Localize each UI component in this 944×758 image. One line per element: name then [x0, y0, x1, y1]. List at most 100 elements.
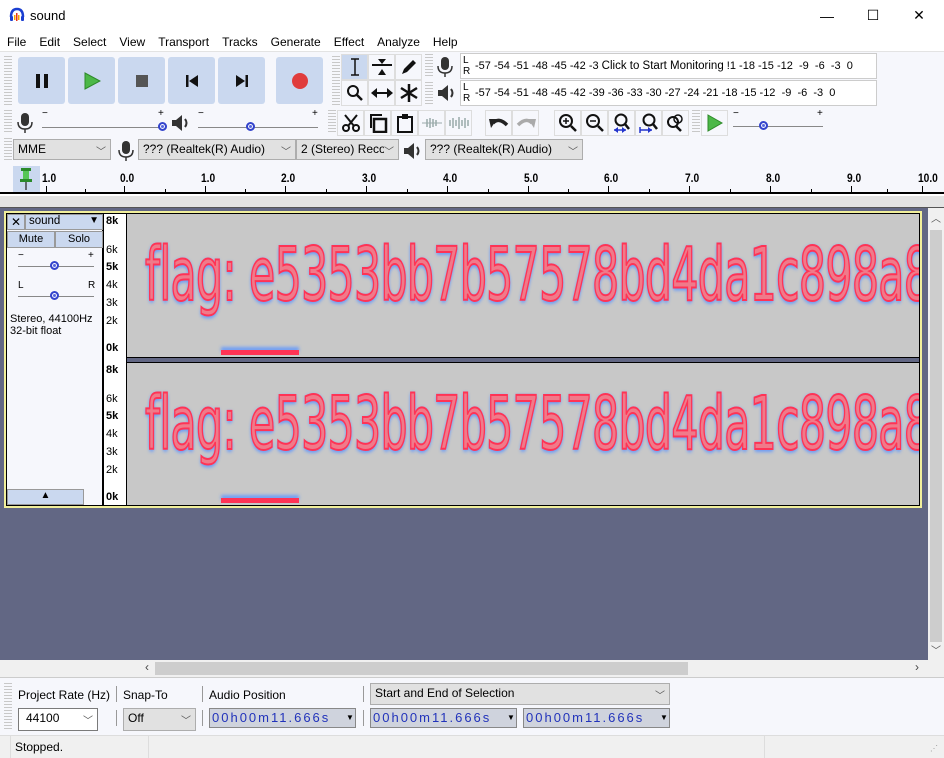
- toolbar-grip[interactable]: [425, 54, 433, 78]
- stop-button[interactable]: [118, 57, 165, 104]
- cut-button[interactable]: [337, 110, 364, 136]
- audio-track[interactable]: ✕ sound ▼ Mute Solo − + L R Stereo, 4410…: [4, 211, 922, 508]
- multi-tool-button[interactable]: [395, 80, 422, 106]
- record-button[interactable]: [276, 57, 323, 104]
- zoom-out-button[interactable]: [581, 110, 608, 136]
- vertical-scrollbar[interactable]: ︿ ﹀: [928, 208, 944, 660]
- toolbar-grip[interactable]: [4, 138, 12, 162]
- selection-mode-select[interactable]: Start and End of Selection ﹀: [370, 683, 670, 705]
- fit-selection-button[interactable]: [608, 110, 635, 136]
- menu-tracks[interactable]: Tracks: [215, 31, 264, 51]
- track-close-button[interactable]: ✕: [7, 214, 25, 230]
- ruler-scrub-area[interactable]: [0, 196, 944, 208]
- draw-tool-button[interactable]: [395, 54, 422, 80]
- menu-edit[interactable]: Edit: [32, 31, 66, 51]
- skip-end-icon: [235, 74, 248, 87]
- collapse-track-button[interactable]: ▲: [7, 489, 84, 505]
- monitor-hint[interactable]: Click to Start Monitoring: [601, 60, 724, 72]
- fit-project-button[interactable]: [635, 110, 662, 136]
- track-name-menu[interactable]: sound ▼: [25, 214, 103, 230]
- scroll-right-button[interactable]: ›: [910, 660, 924, 677]
- selection-start-time[interactable]: 00h00m11.666s ▼: [370, 708, 517, 728]
- envelope-tool-button[interactable]: [368, 54, 395, 80]
- scroll-up-button[interactable]: ︿: [928, 210, 944, 226]
- recording-volume-slider[interactable]: − +: [42, 108, 167, 134]
- frequency-scale-left[interactable]: 8k 6k 5k 4k 3k 2k 0k: [104, 214, 126, 357]
- gain-slider[interactable]: − +: [18, 250, 94, 274]
- recording-device-select[interactable]: ??? (Realtek(R) Audio) ﹀: [138, 139, 296, 160]
- timeline-ruler[interactable]: 1.0 0.0 1.0 2.0 3.0 4.0 5.0 6.0 7.0 8.0 9.0 10.0: [0, 164, 944, 194]
- play-speed-slider[interactable]: − +: [733, 108, 825, 134]
- menu-analyze[interactable]: Analyze: [370, 31, 426, 51]
- playback-volume-slider[interactable]: − +: [198, 108, 320, 134]
- record-meter[interactable]: L R -57 -54 -51 -48 -45 -42 -3 Click to …: [460, 53, 877, 79]
- skip-to-end-button[interactable]: [218, 57, 265, 104]
- toolbar-grip[interactable]: [4, 56, 12, 106]
- slider-thumb[interactable]: [246, 122, 255, 131]
- play-at-speed-button[interactable]: [701, 110, 728, 136]
- frequency-scale-right[interactable]: 8k 6k 5k 4k 3k 2k 0k: [104, 357, 126, 505]
- zoom-toggle-button[interactable]: [662, 110, 689, 136]
- pin-playhead-button[interactable]: [13, 166, 40, 192]
- horizontal-scrollbar[interactable]: ‹ ›: [0, 660, 944, 677]
- spectrogram-left-channel[interactable]: flag: e5353bb7b57578bd4da1c898a8e2d767: [127, 214, 919, 357]
- pan-slider[interactable]: L R: [18, 280, 95, 302]
- menu-file[interactable]: File: [0, 31, 32, 51]
- record-meter-button[interactable]: [436, 56, 454, 81]
- vertical-scroll-thumb[interactable]: [930, 230, 942, 642]
- pause-button[interactable]: [18, 57, 65, 104]
- play-button[interactable]: [68, 57, 115, 104]
- silence-audio-button[interactable]: [445, 110, 472, 136]
- toolbar-grip[interactable]: [328, 110, 336, 134]
- menu-view[interactable]: View: [112, 31, 151, 51]
- zoom-tool-button[interactable]: [341, 80, 368, 106]
- horizontal-scroll-thumb[interactable]: [155, 662, 688, 675]
- menu-select[interactable]: Select: [66, 31, 112, 51]
- time-format-dropdown-icon[interactable]: ▼: [345, 709, 355, 727]
- menu-generate[interactable]: Generate: [264, 31, 327, 51]
- playback-meter-button[interactable]: [436, 83, 456, 106]
- audio-host-select[interactable]: MME ﹀: [13, 139, 111, 160]
- trim-audio-button[interactable]: [418, 110, 445, 136]
- paste-button[interactable]: [391, 110, 418, 136]
- minimize-button[interactable]: —: [804, 0, 850, 31]
- scroll-left-button[interactable]: ‹: [140, 660, 154, 677]
- redo-button[interactable]: [512, 110, 539, 136]
- zoom-in-button[interactable]: [554, 110, 581, 136]
- slider-thumb[interactable]: [50, 261, 59, 270]
- snap-to-select[interactable]: Off ﹀: [123, 708, 196, 731]
- toolbar-grip[interactable]: [4, 683, 12, 729]
- close-button[interactable]: ✕: [896, 0, 942, 31]
- menu-help[interactable]: Help: [426, 31, 464, 51]
- selection-end-time[interactable]: 00h00m11.666s ▼: [523, 708, 670, 728]
- playback-device-select[interactable]: ??? (Realtek(R) Audio) ﹀: [425, 139, 583, 160]
- toolbar-grip[interactable]: [425, 82, 433, 106]
- slider-thumb[interactable]: [50, 291, 59, 300]
- toolbar-grip[interactable]: [692, 110, 700, 134]
- slider-thumb[interactable]: [158, 122, 167, 131]
- scroll-down-button[interactable]: ﹀: [928, 642, 944, 658]
- timeshift-tool-button[interactable]: [368, 80, 395, 106]
- solo-button[interactable]: Solo: [55, 231, 103, 248]
- mute-button[interactable]: Mute: [7, 231, 55, 248]
- skip-to-start-button[interactable]: [168, 57, 215, 104]
- toolbar-grip[interactable]: [4, 110, 12, 134]
- toolbar-grip[interactable]: [332, 56, 340, 106]
- maximize-button[interactable]: ☐: [850, 0, 896, 31]
- resize-grip-icon[interactable]: ⋰: [930, 744, 938, 753]
- track-area[interactable]: ✕ sound ▼ Mute Solo − + L R Stereo, 4410…: [0, 208, 928, 660]
- chevron-down-icon: ﹀: [384, 143, 394, 158]
- slider-thumb[interactable]: [759, 121, 768, 130]
- project-rate-select[interactable]: 44100 ﹀: [18, 708, 98, 731]
- audio-position-time[interactable]: 00h00m11.666s ▼: [209, 708, 356, 728]
- selection-tool-button[interactable]: [341, 54, 368, 80]
- recording-channels-select[interactable]: 2 (Stereo) Reco ﹀: [296, 139, 399, 160]
- playback-meter[interactable]: L R -57 -54 -51 -48 -45 -42 -39 -36 -33 …: [460, 80, 877, 106]
- spectrogram-right-channel[interactable]: flag: e5353bb7b57578bd4da1c898a8e2d767: [127, 363, 919, 505]
- copy-button[interactable]: [364, 110, 391, 136]
- time-format-dropdown-icon[interactable]: ▼: [506, 709, 516, 727]
- time-format-dropdown-icon[interactable]: ▼: [659, 709, 669, 727]
- menu-effect[interactable]: Effect: [327, 31, 370, 51]
- undo-button[interactable]: [485, 110, 512, 136]
- menu-transport[interactable]: Transport: [151, 31, 215, 51]
